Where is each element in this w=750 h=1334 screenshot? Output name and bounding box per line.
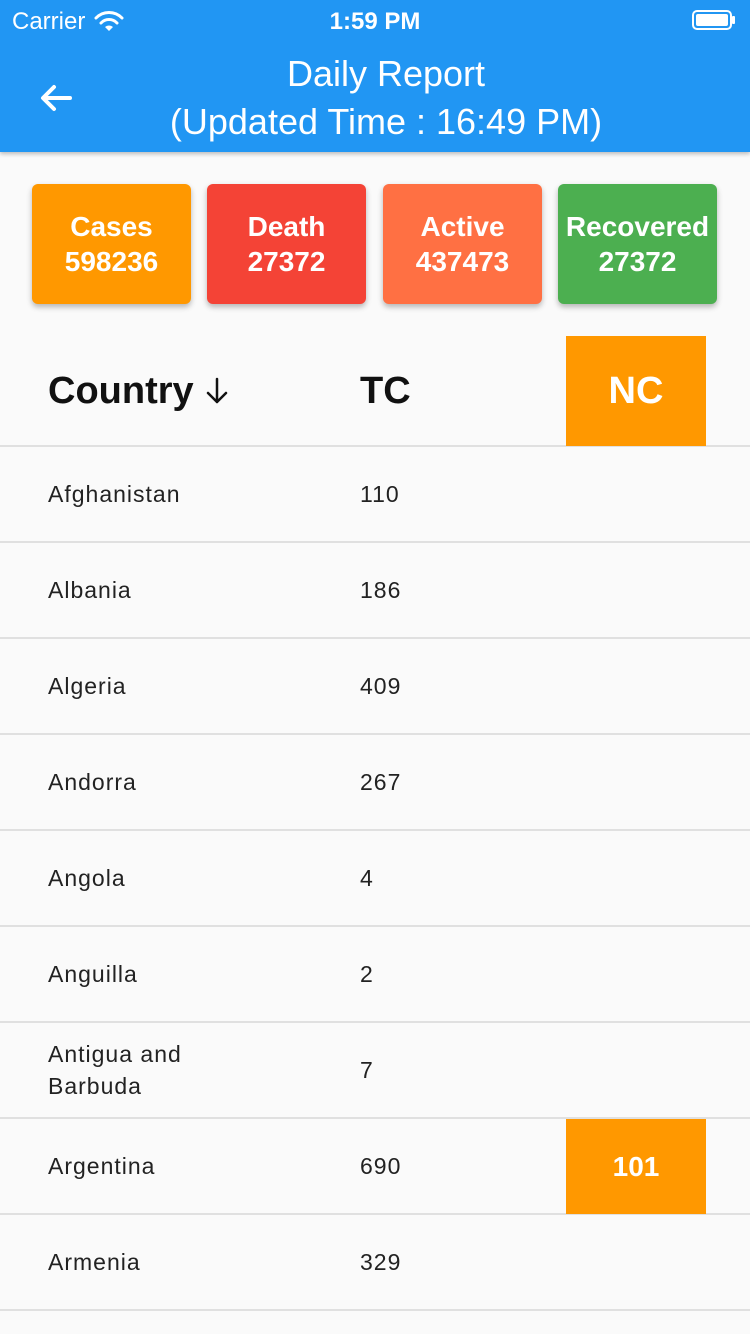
tc-cell: 110 bbox=[360, 480, 400, 507]
table-row[interactable]: Armenia 329 bbox=[0, 1215, 750, 1311]
country-cell: Antigua and Barbuda bbox=[48, 1041, 182, 1099]
table-row[interactable]: Afghanistan 110 bbox=[0, 447, 750, 543]
recovered-value: 27372 bbox=[598, 246, 677, 277]
tc-cell: 2 bbox=[360, 960, 374, 987]
country-cell: Afghanistan bbox=[48, 481, 181, 507]
tc-cell: 186 bbox=[360, 576, 402, 603]
nc-cell bbox=[566, 447, 706, 542]
country-column-header[interactable]: Country bbox=[48, 336, 230, 446]
battery-icon bbox=[692, 10, 735, 30]
table-header: Country TC NC bbox=[0, 336, 750, 447]
nc-cell bbox=[566, 639, 706, 734]
nc-cell bbox=[566, 1023, 706, 1118]
country-cell: Armenia bbox=[48, 1249, 141, 1275]
table-row[interactable]: Angola 4 bbox=[0, 831, 750, 927]
country-cell: Angola bbox=[48, 865, 126, 891]
app-bar: Carrier 1:59 PM Daily Report (Updated Ti… bbox=[0, 0, 750, 152]
cases-card[interactable]: Cases 598236 bbox=[32, 184, 191, 304]
nc-column-header[interactable]: NC bbox=[566, 336, 706, 446]
summary-cards: Cases 598236 Death 27372 Active 437473 R… bbox=[32, 184, 718, 304]
tc-cell: 4 bbox=[360, 864, 374, 891]
status-bar: Carrier 1:59 PM bbox=[0, 0, 750, 40]
nc-cell bbox=[566, 831, 706, 926]
tc-header-label: TC bbox=[360, 369, 411, 412]
nc-cell bbox=[566, 1215, 706, 1310]
tc-cell: 409 bbox=[360, 672, 402, 699]
tc-cell: 329 bbox=[360, 1248, 402, 1275]
active-card[interactable]: Active 437473 bbox=[383, 184, 542, 304]
table-row[interactable]: Antigua and Barbuda 7 bbox=[0, 1023, 750, 1119]
country-cell: Albania bbox=[48, 577, 132, 603]
sort-down-icon bbox=[206, 377, 227, 404]
recovered-label: Recovered bbox=[565, 211, 710, 242]
country-cell: Andorra bbox=[48, 769, 137, 795]
nc-header-label: NC bbox=[608, 369, 664, 412]
nc-cell bbox=[566, 735, 706, 830]
tc-column-header[interactable]: TC bbox=[360, 336, 411, 446]
nc-cell bbox=[566, 927, 706, 1022]
tc-cell: 690 bbox=[360, 1152, 402, 1179]
arrow-left-icon bbox=[41, 85, 72, 111]
page-title: Daily Report (Updated Time : 16:49 PM) bbox=[120, 50, 652, 146]
nc-cell: 101 bbox=[566, 1119, 706, 1214]
table-row[interactable]: Argentina 690 101 bbox=[0, 1119, 750, 1215]
table-row[interactable]: Albania 186 bbox=[0, 543, 750, 639]
title-main: Daily Report bbox=[286, 53, 486, 94]
country-cell: Argentina bbox=[48, 1153, 156, 1179]
country-cell: Algeria bbox=[48, 673, 127, 699]
active-label: Active bbox=[420, 211, 505, 242]
death-label: Death bbox=[247, 211, 326, 242]
country-header-label: Country bbox=[48, 369, 194, 412]
country-cell: Anguilla bbox=[48, 961, 138, 987]
nc-cell bbox=[566, 543, 706, 638]
cases-value: 598236 bbox=[64, 246, 159, 277]
title-updated-time: (Updated Time : 16:49 PM) bbox=[169, 101, 603, 142]
status-time: 1:59 PM bbox=[329, 8, 421, 35]
table-row[interactable]: Andorra 267 bbox=[0, 735, 750, 831]
country-table: Afghanistan 110 Albania 186 Algeria 409 … bbox=[0, 447, 750, 1311]
active-value: 437473 bbox=[415, 246, 510, 277]
recovered-card[interactable]: Recovered 27372 bbox=[558, 184, 717, 304]
cases-label: Cases bbox=[70, 211, 153, 242]
back-button[interactable] bbox=[34, 76, 78, 120]
table-row[interactable]: Anguilla 2 bbox=[0, 927, 750, 1023]
death-value: 27372 bbox=[247, 246, 326, 277]
tc-cell: 7 bbox=[360, 1056, 374, 1083]
table-row[interactable]: Algeria 409 bbox=[0, 639, 750, 735]
death-card[interactable]: Death 27372 bbox=[207, 184, 366, 304]
tc-cell: 267 bbox=[360, 768, 402, 795]
